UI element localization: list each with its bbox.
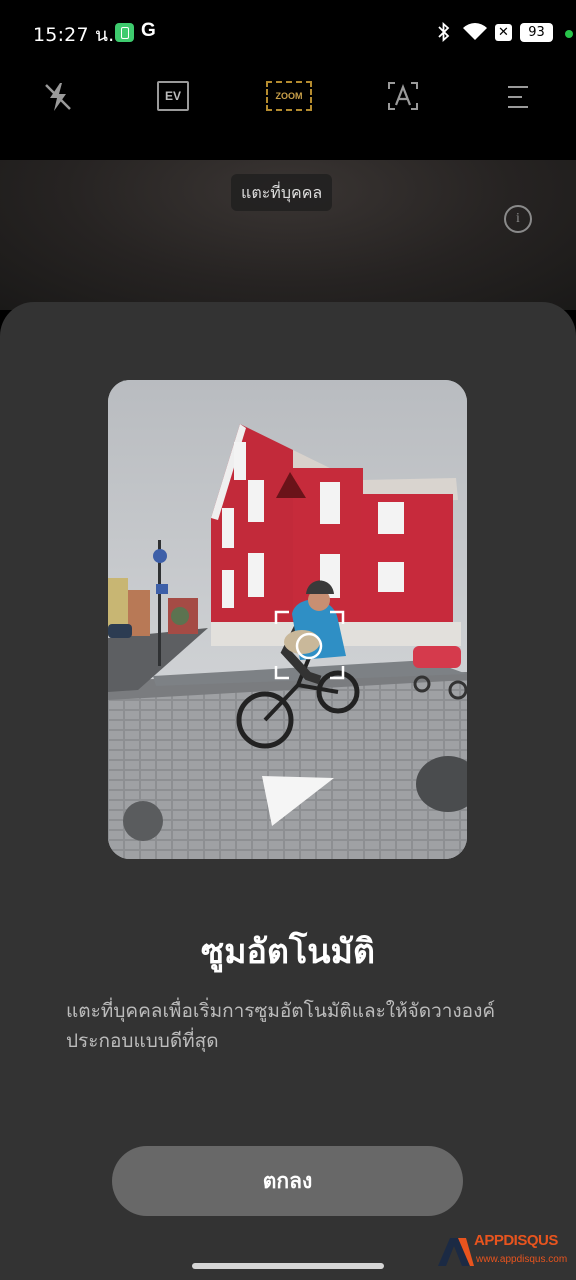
- auto-framing-button[interactable]: [383, 79, 423, 115]
- exposure-button[interactable]: EV: [153, 79, 193, 115]
- watermark-url: www.appdisqus.com: [476, 1254, 568, 1265]
- watermark-text: APPDISQUS: [474, 1232, 558, 1249]
- watermark: APPDISQUS www.appdisqus.com: [436, 1226, 572, 1276]
- menu-icon: [508, 86, 528, 108]
- auto-zoom-example-image: [108, 380, 467, 859]
- status-icons: ✕ 93: [416, 0, 576, 66]
- info-icon[interactable]: i: [504, 205, 532, 233]
- flash-off-icon: [45, 83, 71, 111]
- google-icon: G: [141, 20, 156, 41]
- example-photo: [108, 380, 467, 859]
- camera-screen: 15:27 น. G ✕ 93 EV ZOOM แตะที่บุคคล i ซู…: [0, 0, 576, 1280]
- auto-zoom-button[interactable]: ZOOM: [265, 79, 312, 115]
- camera-viewfinder[interactable]: แตะที่บุคคล i: [0, 160, 576, 310]
- auto-zoom-sheet: ซูมอัตโนมัติ แตะที่บุคคลเพื่อเริ่มการซูม…: [0, 302, 576, 1280]
- status-time: 15:27 น.: [33, 24, 115, 46]
- more-settings-button[interactable]: [498, 79, 538, 115]
- battery-icon: 93: [520, 23, 553, 42]
- sheet-description: แตะที่บุคคลเพื่อเริ่มการซูมอัตโนมัติและใ…: [66, 1000, 496, 1052]
- app-notification-icon: [115, 23, 134, 42]
- wifi-icon: [463, 23, 487, 40]
- bluetooth-icon: [438, 22, 450, 42]
- camera-toolbar: EV ZOOM: [0, 66, 576, 160]
- home-indicator[interactable]: [192, 1263, 384, 1269]
- ok-button[interactable]: ตกลง: [112, 1146, 463, 1216]
- status-bar: 15:27 น. G ✕ 93: [0, 0, 576, 66]
- privacy-indicator-dot: [565, 30, 573, 38]
- no-sim-icon: ✕: [495, 24, 512, 41]
- sheet-title: ซูมอัตโนมัติ: [201, 932, 375, 972]
- flash-off-button[interactable]: [38, 79, 78, 115]
- zoom-icon: ZOOM: [266, 81, 312, 111]
- tap-person-hint: แตะที่บุคคล: [231, 174, 333, 211]
- auto-text-icon: [388, 82, 418, 110]
- watermark-logo-mark: [438, 1238, 474, 1266]
- ev-icon: EV: [157, 81, 189, 111]
